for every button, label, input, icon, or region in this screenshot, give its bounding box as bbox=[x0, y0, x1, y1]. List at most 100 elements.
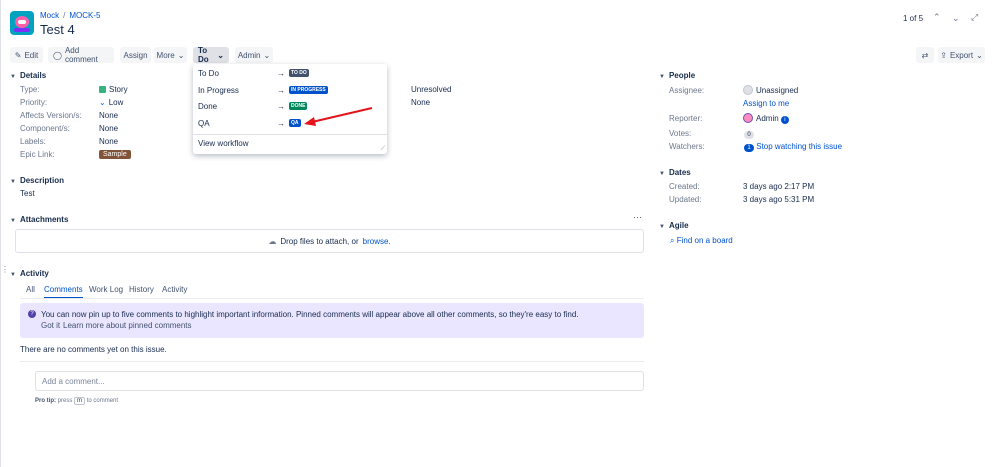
labels-label: Labels: bbox=[20, 137, 46, 146]
view-workflow-link[interactable]: View workflow bbox=[198, 139, 249, 148]
breadcrumb: Mock / MOCK-5 bbox=[40, 11, 101, 20]
expand-icon[interactable]: ⤢ bbox=[971, 12, 978, 23]
transition-item-todo[interactable]: To Do bbox=[198, 69, 219, 78]
user-avatar-icon bbox=[743, 113, 753, 123]
tab-work-log[interactable]: Work Log bbox=[89, 285, 123, 294]
chevron-down-icon: ⌄ bbox=[263, 50, 271, 60]
drag-handle-icon[interactable]: ⋮ bbox=[1, 265, 9, 274]
transition-item-done[interactable]: Done bbox=[198, 102, 217, 111]
epic-link-value[interactable]: Sample bbox=[99, 149, 131, 159]
reporter-value[interactable]: Admin i bbox=[743, 113, 789, 124]
assign-button[interactable]: Assign bbox=[120, 47, 151, 63]
more-button[interactable]: More ⌄ bbox=[154, 47, 187, 63]
tab-all[interactable]: All bbox=[26, 285, 35, 294]
comment-input[interactable]: Add a comment... bbox=[35, 371, 644, 391]
priority-label: Priority: bbox=[20, 98, 48, 107]
chevron-down-icon: ⌄ bbox=[976, 50, 983, 60]
add-comment-button[interactable]: ◯ Add comment bbox=[48, 46, 114, 64]
status-lozenge-in-progress: IN PROGRESS bbox=[289, 86, 328, 94]
arrow-right-icon: → bbox=[277, 69, 285, 78]
people-heading[interactable]: ▼ People bbox=[659, 71, 695, 80]
pencil-icon: ✎ bbox=[14, 50, 22, 60]
search-icon: ⌕ bbox=[670, 236, 675, 245]
share-icon: ⇄ bbox=[921, 50, 929, 60]
export-button[interactable]: ⇪ Export ⌄ bbox=[938, 47, 985, 63]
attachment-dropzone[interactable]: ☁ Drop files to attach, or browse. bbox=[15, 229, 644, 253]
description-heading[interactable]: ▼ Description bbox=[10, 176, 64, 185]
arrow-right-icon: → bbox=[277, 86, 285, 95]
chevron-down-icon: ▼ bbox=[10, 272, 16, 278]
votes-badge[interactable]: 0 bbox=[744, 129, 754, 139]
stop-watching-link[interactable]: Stop watching this issue bbox=[756, 142, 842, 151]
type-value[interactable]: Story bbox=[99, 85, 128, 94]
export-icon: ⇪ bbox=[940, 50, 947, 60]
edit-button[interactable]: ✎ Edit bbox=[10, 47, 43, 63]
page-border bbox=[0, 0, 1, 467]
transition-item-in-progress[interactable]: In Progress bbox=[198, 86, 239, 95]
status-lozenge-todo: TO DO bbox=[289, 69, 309, 77]
resize-handle-icon[interactable]: ⟋ bbox=[381, 146, 385, 153]
chevron-down-icon: ▼ bbox=[10, 218, 16, 224]
red-arrow-annotation bbox=[304, 107, 373, 126]
chevron-down-icon: ▼ bbox=[10, 179, 16, 185]
got-it-button[interactable]: Got it bbox=[41, 321, 60, 330]
watchers-value[interactable]: 1 Stop watching this issue bbox=[744, 142, 842, 152]
share-button[interactable]: ⇄ bbox=[916, 47, 934, 63]
chevron-down-icon: ▼ bbox=[659, 224, 665, 230]
assignee-label: Assignee: bbox=[669, 86, 705, 95]
created-value: 3 days ago 2:17 PM bbox=[743, 182, 815, 191]
details-heading[interactable]: ▼ Details bbox=[10, 71, 46, 80]
dates-heading[interactable]: ▼ Dates bbox=[659, 168, 691, 177]
description-text[interactable]: Test bbox=[20, 189, 35, 198]
pro-tip: Pro tip: press m to comment bbox=[35, 397, 119, 405]
breadcrumb-project[interactable]: Mock bbox=[40, 11, 59, 20]
comments-divider bbox=[20, 361, 644, 362]
priority-value[interactable]: ⌄ Low bbox=[99, 98, 123, 107]
keyboard-key-m: m bbox=[74, 397, 86, 405]
fix-versions-value[interactable]: None bbox=[411, 98, 430, 107]
issue-pager: 1 of 5 bbox=[903, 14, 924, 23]
tab-comments[interactable]: Comments bbox=[44, 285, 83, 299]
updated-label: Updated: bbox=[669, 195, 702, 204]
activity-heading[interactable]: ▼ Activity bbox=[10, 269, 49, 278]
components-label: Component/s: bbox=[20, 124, 70, 133]
chevron-down-icon: ▼ bbox=[659, 74, 665, 80]
tabs-divider bbox=[20, 298, 644, 299]
updated-value: 3 days ago 5:31 PM bbox=[743, 195, 815, 204]
created-label: Created: bbox=[669, 182, 700, 191]
assignee-value[interactable]: Unassigned bbox=[743, 85, 798, 95]
breadcrumb-issue-key[interactable]: MOCK-5 bbox=[69, 11, 100, 20]
chevron-down-icon: ⌄ bbox=[217, 50, 224, 60]
story-icon bbox=[99, 86, 106, 93]
previous-issue-icon[interactable]: ⌃ bbox=[933, 12, 941, 23]
status-button[interactable]: To Do ⌄ bbox=[193, 46, 229, 64]
tab-activity[interactable]: Activity bbox=[162, 285, 187, 294]
info-icon: ? bbox=[28, 310, 36, 318]
next-issue-icon[interactable]: ⌄ bbox=[952, 13, 960, 24]
find-on-board-link[interactable]: ⌕ Find on a board bbox=[670, 236, 733, 246]
arrow-right-icon: → bbox=[277, 119, 285, 128]
info-icon[interactable]: i bbox=[780, 116, 789, 124]
transition-item-qa[interactable]: QA bbox=[198, 119, 210, 128]
reporter-label: Reporter: bbox=[669, 114, 703, 123]
labels-value[interactable]: None bbox=[99, 137, 118, 146]
components-value[interactable]: None bbox=[99, 124, 118, 133]
epic-link-label: Epic Link: bbox=[20, 150, 55, 159]
browse-link[interactable]: browse. bbox=[363, 237, 391, 246]
learn-more-link[interactable]: Learn more about pinned comments bbox=[63, 321, 192, 330]
issue-title[interactable]: Test 4 bbox=[40, 22, 75, 37]
agile-heading[interactable]: ▼ Agile bbox=[659, 221, 689, 230]
affects-version-label: Affects Version/s: bbox=[20, 111, 82, 120]
project-avatar[interactable] bbox=[10, 11, 34, 35]
type-label: Type: bbox=[20, 85, 40, 94]
votes-label: Votes: bbox=[669, 129, 692, 138]
attachments-heading[interactable]: ▼ Attachments bbox=[10, 215, 68, 224]
assign-to-me-link[interactable]: Assign to me bbox=[743, 99, 789, 108]
tab-history[interactable]: History bbox=[129, 285, 154, 294]
chevron-down-icon: ▼ bbox=[10, 74, 16, 80]
unassigned-avatar-icon bbox=[743, 85, 753, 95]
more-options-icon[interactable]: ··· bbox=[633, 212, 642, 222]
admin-button[interactable]: Admin ⌄ bbox=[235, 47, 273, 63]
affects-version-value[interactable]: None bbox=[99, 111, 118, 120]
arrow-right-icon: → bbox=[277, 102, 285, 111]
